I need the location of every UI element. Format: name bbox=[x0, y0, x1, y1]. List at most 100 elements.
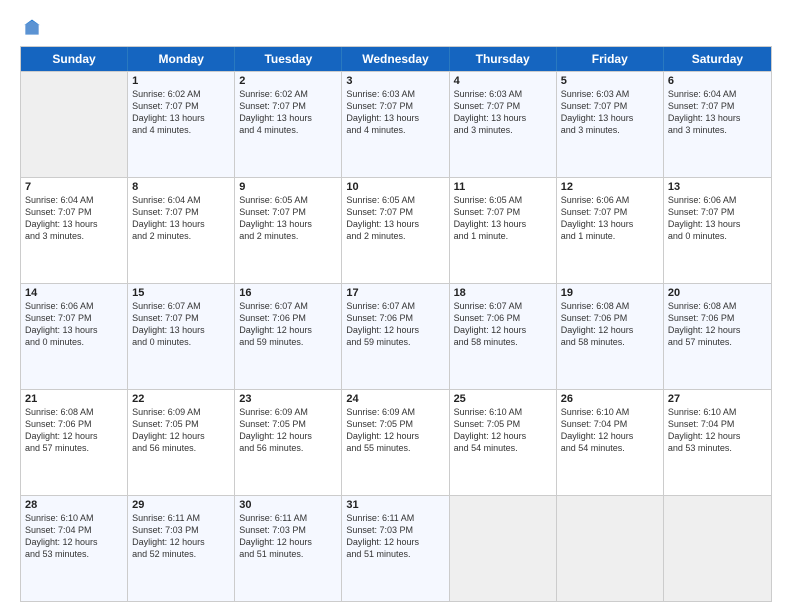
cell-info-line: Sunset: 7:06 PM bbox=[346, 312, 444, 324]
cell-info-line: Daylight: 13 hours bbox=[346, 112, 444, 124]
cell-info-line: and 56 minutes. bbox=[132, 442, 230, 454]
cell-info-line: Sunset: 7:03 PM bbox=[346, 524, 444, 536]
cell-info-line: Daylight: 12 hours bbox=[239, 430, 337, 442]
cell-info-line: Sunset: 7:06 PM bbox=[668, 312, 767, 324]
cell-info-line: Daylight: 12 hours bbox=[454, 430, 552, 442]
cell-info-line: and 51 minutes. bbox=[346, 548, 444, 560]
cell-info-line: Daylight: 13 hours bbox=[561, 112, 659, 124]
cell-info-line: Sunrise: 6:08 AM bbox=[668, 300, 767, 312]
cell-info-line: Sunset: 7:07 PM bbox=[346, 206, 444, 218]
cell-info-line: Sunrise: 6:09 AM bbox=[239, 406, 337, 418]
cell-info-line: Sunset: 7:07 PM bbox=[561, 206, 659, 218]
day-number: 30 bbox=[239, 499, 337, 511]
cell-info-line: Sunrise: 6:06 AM bbox=[668, 194, 767, 206]
cell-info-line: Sunrise: 6:11 AM bbox=[132, 512, 230, 524]
cal-cell-1-5: 4Sunrise: 6:03 AMSunset: 7:07 PMDaylight… bbox=[450, 72, 557, 177]
header-day-sunday: Sunday bbox=[21, 47, 128, 71]
cal-cell-4-6: 26Sunrise: 6:10 AMSunset: 7:04 PMDayligh… bbox=[557, 390, 664, 495]
day-number: 31 bbox=[346, 499, 444, 511]
cell-info-line: and 0 minutes. bbox=[132, 336, 230, 348]
cell-info-line: and 4 minutes. bbox=[132, 124, 230, 136]
cell-info-line: Daylight: 13 hours bbox=[25, 324, 123, 336]
cell-info-line: and 4 minutes. bbox=[346, 124, 444, 136]
cell-info-line: and 2 minutes. bbox=[132, 230, 230, 242]
cell-info-line: Sunrise: 6:09 AM bbox=[132, 406, 230, 418]
cell-info-line: Sunrise: 6:03 AM bbox=[346, 88, 444, 100]
cell-info-line: Daylight: 12 hours bbox=[561, 324, 659, 336]
header-day-monday: Monday bbox=[128, 47, 235, 71]
cell-info-line: Sunrise: 6:05 AM bbox=[346, 194, 444, 206]
day-number: 5 bbox=[561, 75, 659, 87]
cell-info-line: and 58 minutes. bbox=[561, 336, 659, 348]
cell-info-line: Daylight: 12 hours bbox=[25, 430, 123, 442]
cell-info-line: Sunset: 7:07 PM bbox=[132, 206, 230, 218]
cell-info-line: Sunrise: 6:02 AM bbox=[132, 88, 230, 100]
cell-info-line: and 3 minutes. bbox=[561, 124, 659, 136]
cell-info-line: Sunset: 7:05 PM bbox=[239, 418, 337, 430]
cell-info-line: and 56 minutes. bbox=[239, 442, 337, 454]
day-number: 9 bbox=[239, 181, 337, 193]
cell-info-line: Sunrise: 6:10 AM bbox=[454, 406, 552, 418]
cal-cell-5-4: 31Sunrise: 6:11 AMSunset: 7:03 PMDayligh… bbox=[342, 496, 449, 601]
cell-info-line: Sunset: 7:04 PM bbox=[561, 418, 659, 430]
calendar-row-4: 21Sunrise: 6:08 AMSunset: 7:06 PMDayligh… bbox=[21, 389, 771, 495]
cal-cell-3-6: 19Sunrise: 6:08 AMSunset: 7:06 PMDayligh… bbox=[557, 284, 664, 389]
cell-info-line: Sunset: 7:06 PM bbox=[454, 312, 552, 324]
cell-info-line: Sunrise: 6:09 AM bbox=[346, 406, 444, 418]
cell-info-line: Sunrise: 6:11 AM bbox=[346, 512, 444, 524]
day-number: 23 bbox=[239, 393, 337, 405]
cell-info-line: Daylight: 12 hours bbox=[346, 430, 444, 442]
day-number: 20 bbox=[668, 287, 767, 299]
cell-info-line: and 52 minutes. bbox=[132, 548, 230, 560]
cal-cell-4-1: 21Sunrise: 6:08 AMSunset: 7:06 PMDayligh… bbox=[21, 390, 128, 495]
cell-info-line: Daylight: 12 hours bbox=[132, 536, 230, 548]
cal-cell-3-3: 16Sunrise: 6:07 AMSunset: 7:06 PMDayligh… bbox=[235, 284, 342, 389]
calendar-row-5: 28Sunrise: 6:10 AMSunset: 7:04 PMDayligh… bbox=[21, 495, 771, 601]
calendar-body: 1Sunrise: 6:02 AMSunset: 7:07 PMDaylight… bbox=[21, 71, 771, 601]
day-number: 26 bbox=[561, 393, 659, 405]
cell-info-line: Daylight: 12 hours bbox=[454, 324, 552, 336]
cell-info-line: and 53 minutes. bbox=[25, 548, 123, 560]
calendar-row-3: 14Sunrise: 6:06 AMSunset: 7:07 PMDayligh… bbox=[21, 283, 771, 389]
day-number: 29 bbox=[132, 499, 230, 511]
cell-info-line: Sunrise: 6:10 AM bbox=[561, 406, 659, 418]
cal-cell-5-7 bbox=[664, 496, 771, 601]
logo bbox=[20, 18, 42, 38]
cell-info-line: Daylight: 13 hours bbox=[25, 218, 123, 230]
cell-info-line: Sunset: 7:06 PM bbox=[561, 312, 659, 324]
day-number: 6 bbox=[668, 75, 767, 87]
logo-icon bbox=[22, 18, 42, 38]
cal-cell-1-6: 5Sunrise: 6:03 AMSunset: 7:07 PMDaylight… bbox=[557, 72, 664, 177]
cell-info-line: Sunset: 7:07 PM bbox=[668, 100, 767, 112]
cell-info-line: Daylight: 13 hours bbox=[132, 218, 230, 230]
cal-cell-1-4: 3Sunrise: 6:03 AMSunset: 7:07 PMDaylight… bbox=[342, 72, 449, 177]
day-number: 2 bbox=[239, 75, 337, 87]
cell-info-line: Sunrise: 6:05 AM bbox=[454, 194, 552, 206]
cell-info-line: Sunset: 7:07 PM bbox=[561, 100, 659, 112]
cell-info-line: and 54 minutes. bbox=[561, 442, 659, 454]
cal-cell-1-1 bbox=[21, 72, 128, 177]
cell-info-line: Sunset: 7:04 PM bbox=[25, 524, 123, 536]
cell-info-line: Sunrise: 6:04 AM bbox=[668, 88, 767, 100]
cell-info-line: and 57 minutes. bbox=[25, 442, 123, 454]
day-number: 4 bbox=[454, 75, 552, 87]
day-number: 11 bbox=[454, 181, 552, 193]
cal-cell-5-5 bbox=[450, 496, 557, 601]
day-number: 7 bbox=[25, 181, 123, 193]
cell-info-line: Sunset: 7:07 PM bbox=[132, 312, 230, 324]
cell-info-line: Daylight: 13 hours bbox=[346, 218, 444, 230]
cell-info-line: Sunset: 7:05 PM bbox=[346, 418, 444, 430]
day-number: 18 bbox=[454, 287, 552, 299]
cell-info-line: Sunrise: 6:11 AM bbox=[239, 512, 337, 524]
cell-info-line: and 51 minutes. bbox=[239, 548, 337, 560]
cell-info-line: Sunrise: 6:08 AM bbox=[561, 300, 659, 312]
cell-info-line: Sunrise: 6:07 AM bbox=[239, 300, 337, 312]
day-number: 3 bbox=[346, 75, 444, 87]
day-number: 19 bbox=[561, 287, 659, 299]
cell-info-line: Sunrise: 6:10 AM bbox=[25, 512, 123, 524]
cell-info-line: Sunrise: 6:07 AM bbox=[454, 300, 552, 312]
cell-info-line: Sunset: 7:03 PM bbox=[132, 524, 230, 536]
calendar-row-1: 1Sunrise: 6:02 AMSunset: 7:07 PMDaylight… bbox=[21, 71, 771, 177]
cal-cell-2-3: 9Sunrise: 6:05 AMSunset: 7:07 PMDaylight… bbox=[235, 178, 342, 283]
header-day-friday: Friday bbox=[557, 47, 664, 71]
